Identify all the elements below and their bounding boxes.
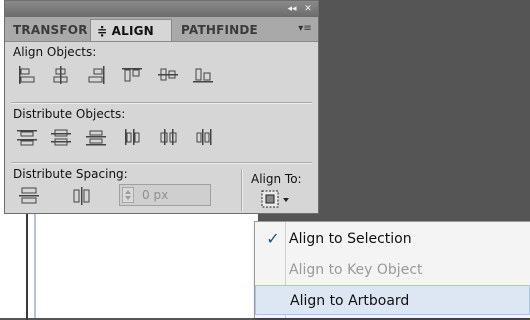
vertical-align-top-icon[interactable] <box>119 63 145 87</box>
double-chevron-left-icon[interactable]: ◂◂ <box>284 2 300 16</box>
tab-pathfinder[interactable]: PATHFINDE <box>175 19 261 41</box>
distribute-spacing-label: Distribute Spacing: <box>13 167 128 181</box>
align-to-menu: ✓ Align to Selection Align to Key Object… <box>254 221 530 318</box>
section-divider <box>11 102 312 104</box>
spacing-value: 0 px <box>142 188 169 202</box>
stepper-down-icon[interactable] <box>125 196 131 200</box>
horizontal-align-left-icon[interactable] <box>14 63 40 87</box>
menu-item-align-to-artboard[interactable]: Align to Artboard <box>255 285 530 315</box>
vertical-align-bottom-icon[interactable] <box>190 63 216 87</box>
menu-item-label: Align to Key Object <box>289 262 423 278</box>
align-to-dropdown-button[interactable] <box>261 189 293 211</box>
menu-item-label: Align to Artboard <box>290 293 410 309</box>
vertical-distribute-bottom-icon[interactable] <box>83 125 109 149</box>
check-icon: ✓ <box>266 229 280 248</box>
align-panel: ◂◂ ✕ TRANSFOR ≑ ALIGN PATHFINDE ▾≡ Align… <box>4 0 319 214</box>
panel-tab-bar: TRANSFOR ≑ ALIGN PATHFINDE ▾≡ <box>5 17 318 42</box>
section-divider <box>11 162 312 164</box>
align-to-label: Align To: <box>251 172 302 186</box>
menu-item-align-to-selection[interactable]: ✓ Align to Selection <box>255 224 530 254</box>
tab-align[interactable]: ≑ ALIGN <box>90 19 172 41</box>
panel-title-bar: ◂◂ ✕ <box>5 1 318 17</box>
horizontal-align-center-icon[interactable] <box>48 63 74 87</box>
distribute-objects-label: Distribute Objects: <box>13 107 126 121</box>
spacing-value-field[interactable]: 0 px <box>119 184 211 206</box>
artboard-guide <box>34 200 36 318</box>
horizontal-distribute-space-icon[interactable] <box>69 184 95 208</box>
stepper-up-icon[interactable] <box>125 190 131 194</box>
vertical-distribute-top-icon[interactable] <box>14 125 40 149</box>
panel-menu-icon[interactable]: ▾≡ <box>296 21 314 37</box>
close-icon[interactable]: ✕ <box>300 2 316 16</box>
tab-transform[interactable]: TRANSFOR <box>7 19 89 41</box>
horizontal-align-right-icon[interactable] <box>83 63 109 87</box>
align-to-selection-icon <box>261 190 289 208</box>
vertical-distribute-space-icon[interactable] <box>16 184 42 208</box>
menu-item-align-to-key-object: Align to Key Object <box>255 255 530 285</box>
horizontal-distribute-center-icon[interactable] <box>155 125 181 149</box>
vertical-align-center-icon[interactable] <box>155 63 181 87</box>
spacing-stepper[interactable] <box>122 187 134 203</box>
horizontal-distribute-left-icon[interactable] <box>119 125 145 149</box>
horizontal-distribute-right-icon[interactable] <box>190 125 216 149</box>
section-divider-vertical <box>241 169 243 211</box>
align-objects-label: Align Objects: <box>13 45 97 59</box>
artboard-frame <box>26 200 266 320</box>
vertical-distribute-center-icon[interactable] <box>48 125 74 149</box>
menu-item-label: Align to Selection <box>289 231 412 247</box>
